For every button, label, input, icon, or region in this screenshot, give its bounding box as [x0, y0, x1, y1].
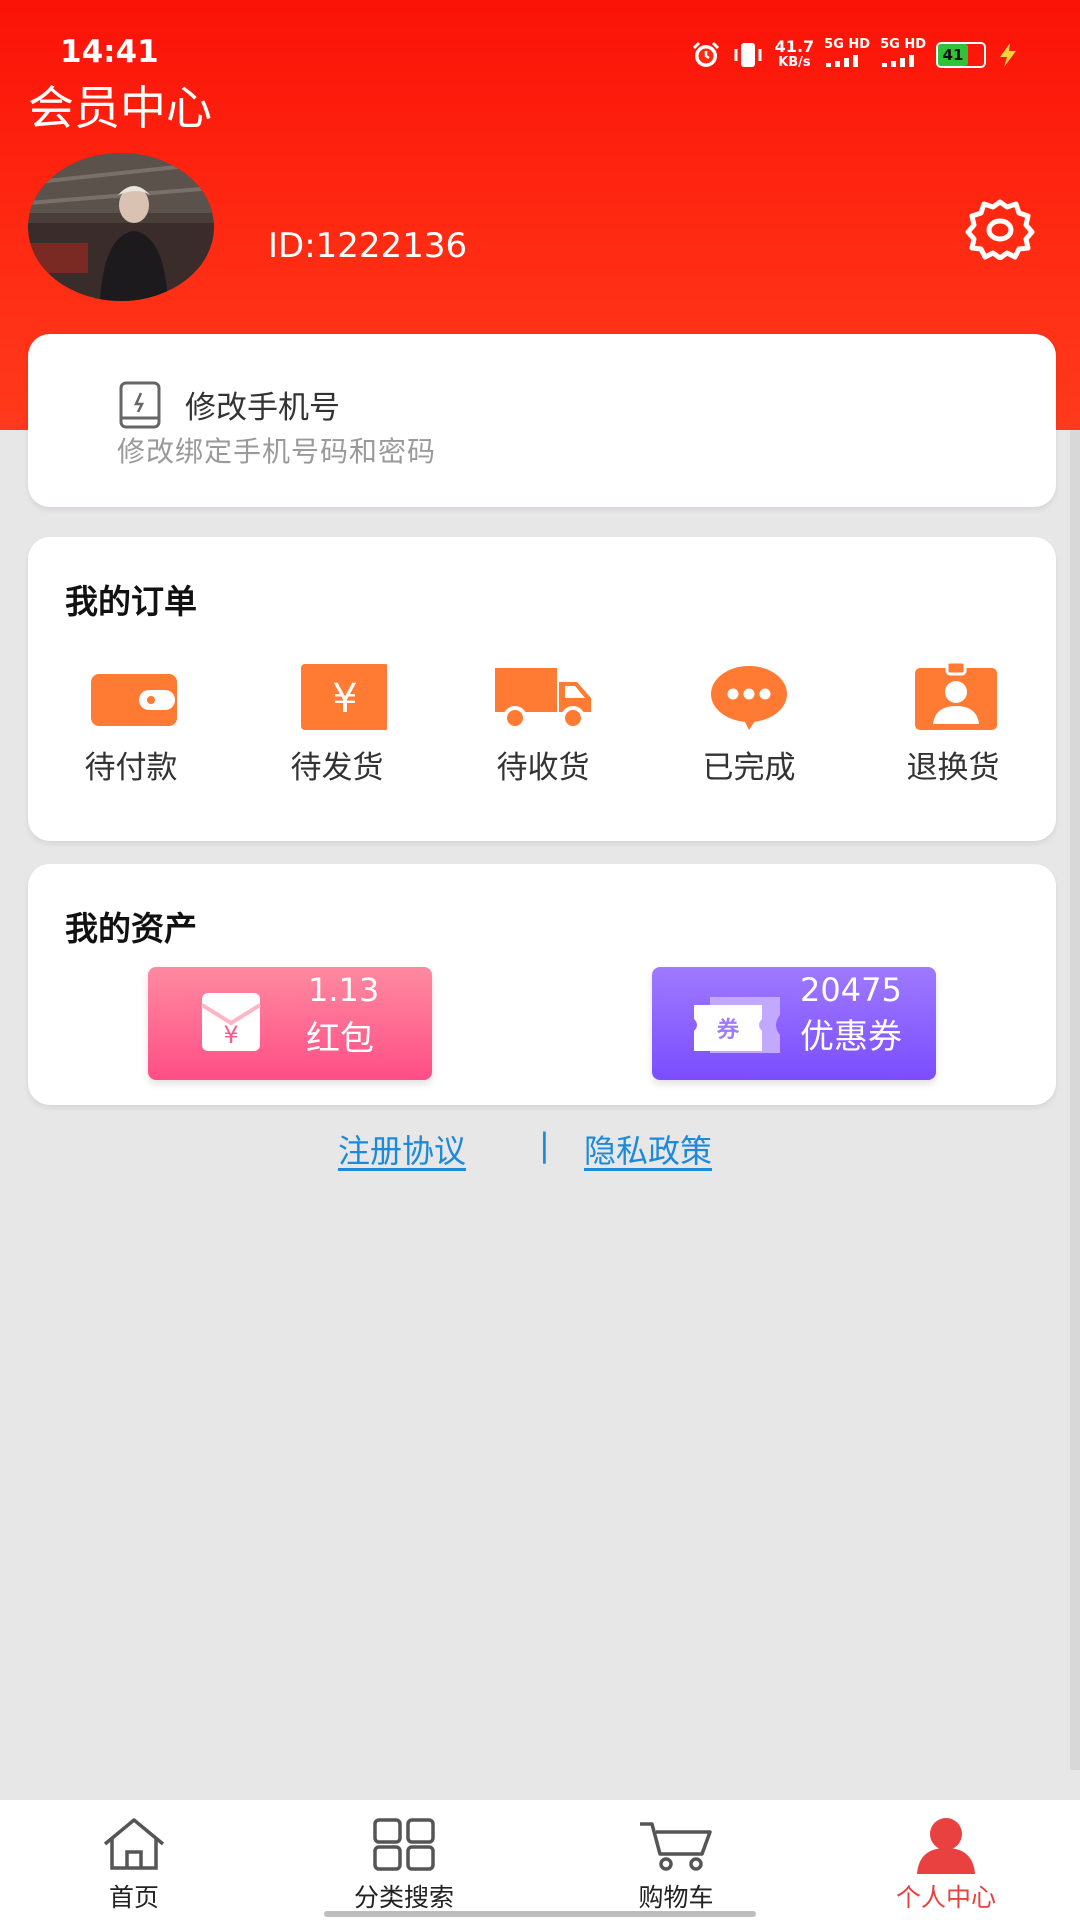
order-item-label: 待收货	[496, 750, 590, 786]
user-icon	[917, 1818, 975, 1874]
status-time: 14:41	[60, 34, 159, 70]
order-pending-payment[interactable]: 待付款	[46, 662, 216, 787]
red-packet-icon: ¥	[200, 993, 262, 1051]
scrollbar[interactable]	[1070, 430, 1080, 1770]
tab-label: 购物车	[638, 1883, 714, 1912]
yuan-box-icon: ¥	[301, 664, 387, 730]
signal-bars-icon	[826, 55, 859, 67]
order-return-exchange[interactable]: 退换货	[868, 662, 1038, 787]
shopping-cart-icon	[640, 1822, 712, 1871]
red-packet-label: 红包	[306, 1019, 374, 1059]
alarm-icon	[692, 41, 719, 67]
wallet-icon	[91, 674, 177, 726]
chat-bubble-icon	[711, 666, 787, 730]
footer-links: 注册协议 | 隐私政策	[0, 1126, 1080, 1176]
battery-indicator: 41	[936, 41, 986, 68]
svg-text:¥: ¥	[332, 676, 357, 722]
privacy-policy-link[interactable]: 隐私政策	[584, 1126, 712, 1172]
order-completed[interactable]: 已完成	[664, 662, 834, 787]
tab-home[interactable]: 首页	[34, 1814, 234, 1914]
id-badge-icon	[915, 662, 997, 730]
status-bar-icons: 41.7 KB/s 5G HD 5G HD 41	[691, 38, 1020, 71]
bottom-nav: 首页 分类搜索 购物车 个人中心	[0, 1800, 1080, 1920]
my-orders-card: 我的订单 待付款 ¥ 待发货 待收货 已完成 退换货	[28, 537, 1056, 841]
order-item-label: 待发货	[290, 750, 384, 786]
order-pending-shipment[interactable]: ¥ 待发货	[252, 662, 422, 787]
change-phone-title: 修改手机号	[185, 390, 340, 426]
tab-label: 分类搜索	[353, 1883, 454, 1912]
my-orders-title: 我的订单	[65, 582, 197, 621]
tab-label: 个人中心	[895, 1883, 996, 1912]
link-separator: |	[539, 1126, 550, 1164]
tab-label: 首页	[108, 1883, 159, 1912]
order-item-label: 已完成	[702, 750, 796, 786]
coupon-ticket-icon: 券	[694, 997, 780, 1053]
my-assets-title: 我的资产	[65, 909, 197, 948]
signal-1: 5G HD	[824, 38, 870, 71]
vibrate-icon	[734, 42, 762, 67]
phone-icon	[119, 381, 161, 429]
home-icon	[103, 1818, 165, 1870]
order-pending-receipt[interactable]: 待收货	[458, 662, 628, 787]
avatar[interactable]	[28, 153, 214, 301]
tab-category-search[interactable]: 分类搜索	[304, 1814, 504, 1914]
page-title: 会员中心	[28, 81, 212, 135]
tab-cart[interactable]: 购物车	[576, 1814, 776, 1914]
home-indicator[interactable]	[324, 1911, 756, 1917]
coupon-tile[interactable]: 券 20475 优惠券	[652, 967, 936, 1080]
order-item-label: 退换货	[906, 750, 1000, 786]
change-phone-card[interactable]: 修改手机号 修改绑定手机号码和密码	[28, 334, 1056, 507]
member-id: ID:1222136	[268, 226, 468, 266]
change-phone-subtitle: 修改绑定手机号码和密码	[117, 435, 437, 468]
coupon-value: 20475	[800, 971, 902, 1009]
settings-gear-icon[interactable]	[958, 198, 1042, 260]
my-assets-card: 我的资产 ¥ 1.13 红包 券 20475 优惠券	[28, 864, 1056, 1105]
coupon-label: 优惠券	[800, 1017, 902, 1057]
truck-icon	[495, 668, 591, 730]
charging-icon	[1000, 42, 1016, 67]
svg-text:券: 券	[716, 1017, 740, 1043]
red-packet-tile[interactable]: ¥ 1.13 红包	[148, 967, 432, 1080]
order-item-label: 待付款	[84, 750, 178, 786]
signal-bars-icon	[882, 55, 915, 67]
signal-2: 5G HD	[880, 38, 926, 71]
grid-icon	[373, 1818, 435, 1871]
red-packet-value: 1.13	[308, 971, 380, 1009]
svg-text:¥: ¥	[223, 1021, 238, 1049]
net-speed: 41.7 KB/s	[774, 36, 815, 70]
register-agreement-link[interactable]: 注册协议	[338, 1126, 466, 1172]
tab-profile[interactable]: 个人中心	[846, 1814, 1046, 1914]
